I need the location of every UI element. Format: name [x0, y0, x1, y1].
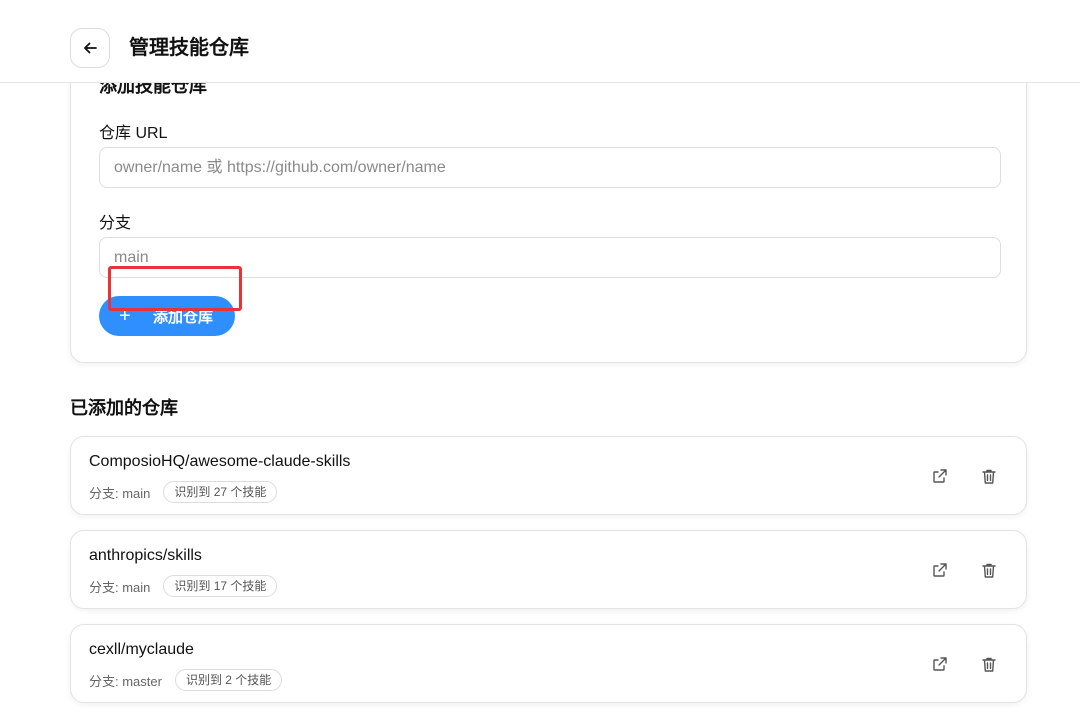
skill-count-badge: 识别到 27 个技能: [163, 481, 278, 503]
skill-count-badge: 识别到 2 个技能: [174, 669, 283, 691]
repo-name: cexll/myclaude: [89, 641, 194, 658]
delete-button[interactable]: [978, 465, 1000, 487]
delete-button[interactable]: [978, 559, 1000, 581]
external-link-icon: [933, 563, 947, 577]
delete-button[interactable]: [978, 653, 1000, 675]
trash-icon: [982, 563, 996, 578]
branch-input[interactable]: [99, 237, 1001, 278]
open-external-button[interactable]: [929, 465, 951, 487]
main-content[interactable]: 添加技能仓库 仓库 URL 分支 + 添加仓库 已添加的仓库 ComposioH…: [0, 83, 1080, 719]
repo-card: anthropics/skills 分支: main 识别到 17 个技能: [70, 530, 1027, 609]
add-repo-button-label: 添加仓库: [153, 308, 214, 326]
external-link-icon: [933, 657, 947, 671]
repo-branch: 分支: master: [89, 673, 162, 689]
repo-branch: 分支: main: [89, 579, 151, 595]
open-external-button[interactable]: [929, 653, 951, 675]
open-external-button[interactable]: [929, 559, 951, 581]
skill-count-badge: 识别到 17 个技能: [163, 575, 278, 597]
added-repos-title: 已添加的仓库: [70, 398, 178, 418]
back-button[interactable]: [70, 28, 110, 68]
repo-name: ComposioHQ/awesome-claude-skills: [89, 453, 351, 470]
trash-icon: [982, 469, 996, 484]
add-repo-card: 添加技能仓库 仓库 URL 分支 + 添加仓库: [70, 83, 1027, 363]
trash-icon: [982, 657, 996, 672]
plus-icon: +: [119, 304, 131, 327]
repo-card: cexll/myclaude 分支: master 识别到 2 个技能: [70, 624, 1027, 703]
external-link-icon: [933, 469, 947, 483]
page-title: 管理技能仓库: [129, 37, 249, 59]
arrow-left-icon: [84, 42, 97, 54]
add-repo-heading: 添加技能仓库: [99, 83, 207, 96]
repo-url-input[interactable]: [99, 147, 1001, 188]
repo-branch: 分支: main: [89, 485, 151, 501]
repo-url-label: 仓库 URL: [99, 125, 168, 142]
branch-label: 分支: [99, 215, 132, 232]
add-repo-button[interactable]: + 添加仓库: [99, 296, 235, 336]
repo-name: anthropics/skills: [89, 547, 202, 564]
repo-card: ComposioHQ/awesome-claude-skills 分支: mai…: [70, 436, 1027, 515]
app-header: 管理技能仓库: [0, 0, 1080, 83]
